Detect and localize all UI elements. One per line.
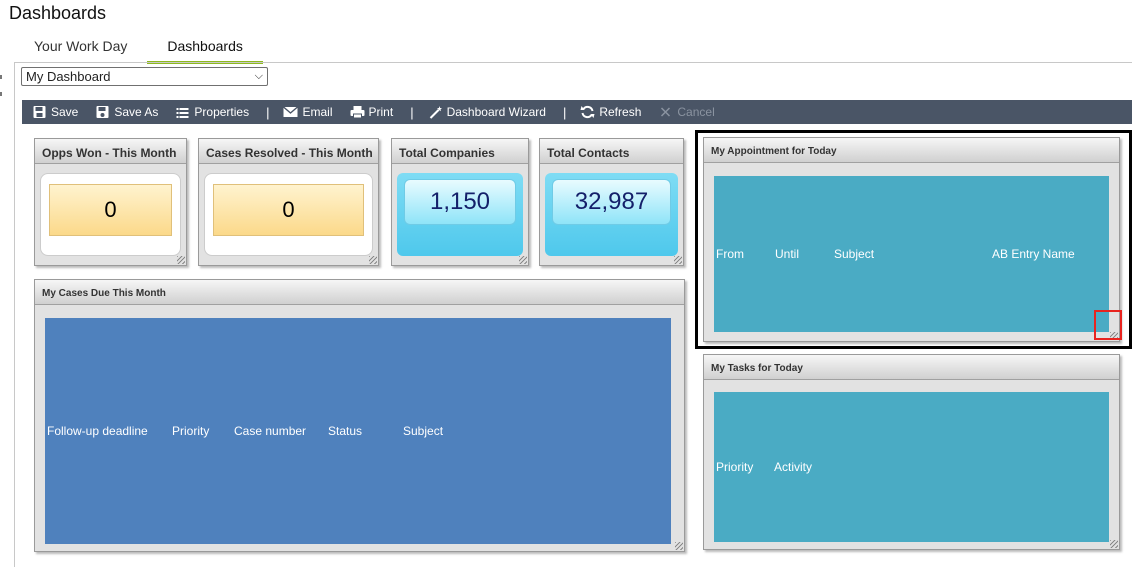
save-label: Save [51, 105, 79, 119]
widget-title: Total Companies [392, 139, 528, 164]
resize-handle[interactable] [1110, 540, 1118, 548]
column-header[interactable]: Follow-up deadline [47, 424, 148, 438]
cases-due-grid: Follow-up deadline Priority Case number … [45, 318, 671, 544]
dashboard-wizard-label: Dashboard Wizard [446, 105, 546, 119]
properties-label: Properties [194, 105, 250, 119]
print-label: Print [368, 105, 394, 119]
toolbar-separator: | [266, 104, 270, 120]
widget-cases-resolved[interactable]: Cases Resolved - This Month 0 [198, 138, 379, 266]
save-as-button[interactable]: Save As [95, 105, 158, 119]
column-header[interactable]: Subject [403, 424, 443, 438]
widget-opps-won[interactable]: Opps Won - This Month 0 [34, 138, 187, 266]
magic-wand-icon [429, 106, 442, 119]
toolbar-separator: | [410, 104, 414, 120]
left-edge-marks [0, 75, 3, 109]
grid-header-row: Follow-up deadline Priority Case number … [45, 424, 671, 438]
tab-bar: Your Work Day Dashboards [14, 36, 263, 64]
save-button[interactable]: Save [32, 105, 78, 119]
chevron-down-icon: ⌵ [254, 70, 263, 82]
dashboard-select[interactable]: My Dashboard ⌵ [21, 67, 268, 86]
kpi-value: 1,150 [404, 179, 516, 225]
toolbar-separator: | [562, 104, 567, 120]
widget-cases-due[interactable]: My Cases Due This Month Follow-up deadli… [34, 279, 685, 552]
kpi-card: 32,987 [545, 173, 678, 256]
refresh-label: Refresh [599, 105, 642, 119]
save-icon [33, 106, 46, 118]
widget-title: Cases Resolved - This Month [199, 139, 378, 164]
widget-title: My Tasks for Today [704, 355, 1119, 380]
refresh-icon [580, 105, 595, 119]
column-header[interactable]: Priority [172, 424, 209, 438]
resize-handle[interactable] [369, 256, 377, 264]
widget-title: My Cases Due This Month [35, 280, 684, 305]
email-label: Email [302, 105, 333, 119]
save-as-label: Save As [114, 105, 159, 119]
widget-total-companies[interactable]: Total Companies 1,150 [391, 138, 529, 266]
properties-icon [176, 108, 189, 118]
kpi-value: 32,987 [552, 179, 671, 225]
properties-button[interactable]: Properties [175, 105, 249, 119]
kpi-card: 0 [204, 173, 373, 256]
dashboard-wizard-button[interactable]: Dashboard Wizard [428, 105, 546, 119]
selection-highlight [695, 130, 1132, 349]
envelope-icon [283, 106, 299, 117]
email-button[interactable]: Email [283, 105, 333, 119]
resize-handle[interactable] [519, 256, 527, 264]
save-as-icon [96, 106, 109, 118]
tab-dashboards[interactable]: Dashboards [147, 36, 263, 64]
widget-title: Opps Won - This Month [35, 139, 186, 164]
kpi-value: 0 [213, 184, 364, 236]
column-header[interactable]: Case number [234, 424, 306, 438]
tab-your-work-day[interactable]: Your Work Day [14, 36, 147, 64]
widget-tasks[interactable]: My Tasks for Today Priority Activity [703, 354, 1120, 550]
page-title: Dashboards [9, 3, 107, 23]
cancel-button[interactable]: Cancel [658, 105, 715, 119]
resize-handle[interactable] [675, 542, 683, 550]
printer-icon [350, 106, 364, 119]
dashboard-toolbar: Save Save As Properties | Email Print | … [22, 100, 1132, 124]
kpi-card: 1,150 [397, 173, 523, 256]
resize-handle-marker [1094, 310, 1122, 340]
column-header[interactable]: Status [328, 424, 362, 438]
cancel-label: Cancel [677, 105, 715, 119]
kpi-card: 0 [40, 173, 181, 256]
grid-header-row: Priority Activity [714, 460, 1109, 474]
column-header[interactable]: Activity [774, 460, 812, 474]
resize-handle[interactable] [674, 256, 682, 264]
kpi-value: 0 [49, 184, 172, 236]
dashboard-select-value: My Dashboard [26, 69, 111, 84]
resize-handle[interactable] [177, 256, 185, 264]
tasks-grid: Priority Activity [714, 392, 1109, 542]
close-icon [661, 107, 671, 117]
refresh-button[interactable]: Refresh [580, 105, 641, 119]
widget-title: Total Contacts [540, 139, 683, 164]
column-header[interactable]: Priority [716, 460, 753, 474]
widget-total-contacts[interactable]: Total Contacts 32,987 [539, 138, 684, 266]
print-button[interactable]: Print [350, 105, 394, 119]
